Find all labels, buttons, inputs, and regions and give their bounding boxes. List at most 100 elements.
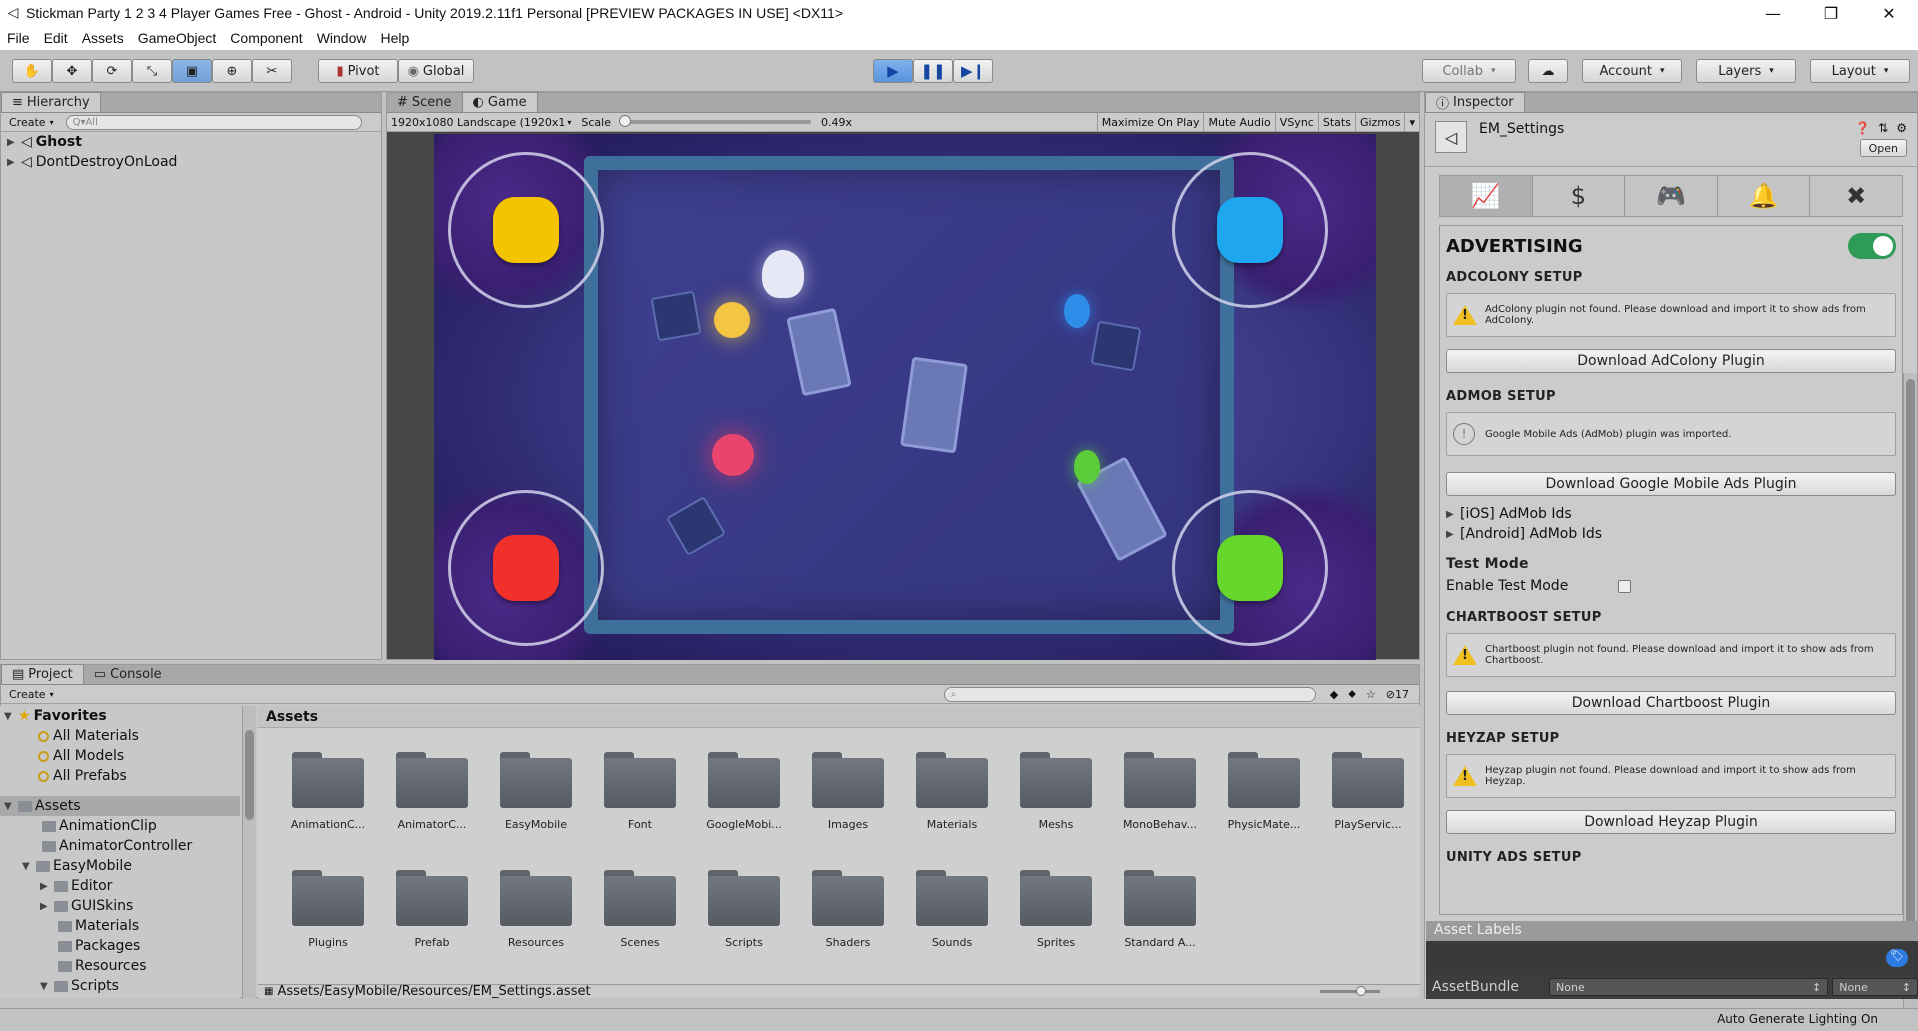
maximize-on-play-button[interactable]: Maximize On Play [1096,112,1204,132]
asset-folder[interactable]: Images [800,752,896,831]
asset-folder[interactable]: Shaders [800,870,896,949]
tree-folder[interactable]: Resources [0,956,240,976]
hierarchy-search-input[interactable]: Q▾All [65,114,362,130]
tab-scene[interactable]: # Scene [387,92,462,112]
filter-by-type-icon[interactable]: ◆ [1330,688,1338,701]
layout-dropdown[interactable]: Layout [1810,59,1910,83]
expand-arrow-icon[interactable]: ▼ [40,981,54,992]
menu-edit[interactable]: Edit [37,30,75,46]
icon-size-slider[interactable] [1320,986,1380,996]
mute-audio-button[interactable]: Mute Audio [1203,112,1274,132]
advertising-tab-chart-icon[interactable]: 📈 [1440,176,1533,216]
inspector-scrollbar[interactable] [1903,373,1917,1009]
tab-inspector[interactable]: ⓘ Inspector [1425,92,1525,112]
cloud-icon[interactable]: ☁ [1528,59,1568,83]
joystick-red[interactable] [448,490,604,646]
asset-folder[interactable]: Scenes [592,870,688,949]
minimize-icon[interactable]: — [1744,4,1802,23]
inspector-scrollbar-thumb[interactable] [1906,379,1915,979]
gear-icon[interactable]: ⚙ [1896,121,1907,135]
expand-arrow-icon[interactable]: ▶ [7,137,21,148]
download-admob-button[interactable]: Download Google Mobile Ads Plugin [1446,472,1896,496]
project-search-input[interactable]: ⌕ [943,686,1316,702]
pivot-button[interactable]: ▮ Pivot [318,59,398,83]
restore-icon[interactable]: ❐ [1802,4,1860,23]
favorite-star-icon[interactable]: ☆ [1366,688,1376,701]
expand-arrow-icon[interactable]: ▶ [40,901,54,912]
joystick-knob-red[interactable] [493,535,559,601]
tree-folder[interactable]: ▶ GUISkins [0,896,240,916]
asset-folder[interactable]: Prefab [384,870,480,949]
asset-labels-header[interactable]: Asset Labels [1426,921,1918,941]
tree-scrollbar-thumb[interactable] [245,730,254,820]
menu-file[interactable]: File [0,30,37,46]
expand-arrow-icon[interactable]: ▼ [22,861,36,872]
asset-folder[interactable]: MonoBehav... [1112,752,1208,831]
global-button[interactable]: ◉ Global [398,59,474,83]
in-app-purchase-tab-dollar-icon[interactable]: $ [1533,176,1626,216]
asset-folder[interactable]: Standard A... [1112,870,1208,949]
hierarchy-item-ghost[interactable]: ▶ ◁ Ghost [1,132,381,152]
asset-folder[interactable]: AnimationC... [280,752,376,831]
tab-game[interactable]: ◐ Game [461,92,538,112]
preset-icon[interactable]: ⇅ [1878,121,1888,135]
joystick-blue[interactable] [1172,152,1328,308]
menu-assets[interactable]: Assets [75,30,131,46]
tab-hierarchy[interactable]: ≡ Hierarchy [1,92,101,112]
asset-folder[interactable]: PlayServic... [1320,752,1416,831]
collab-dropdown[interactable]: Collab [1422,59,1516,83]
rect-tool-icon[interactable]: ▣ [172,59,212,83]
asset-folder[interactable]: Resources [488,870,584,949]
project-create-button[interactable]: Create [5,688,50,701]
joystick-knob-green[interactable] [1217,535,1283,601]
rotate-tool-icon[interactable]: ⟳ [92,59,132,83]
joystick-knob-yellow[interactable] [493,197,559,263]
tree-assets[interactable]: ▼ Assets [0,796,240,816]
chevron-down-icon[interactable]: ▾ [1404,112,1419,132]
transform-tool-icon[interactable]: ⊕ [212,59,252,83]
step-button[interactable]: ▶❙ [953,59,993,83]
menu-component[interactable]: Component [223,30,309,46]
scale-slider-thumb[interactable] [619,115,632,127]
asset-folder[interactable]: Scripts [696,870,792,949]
tree-scrollbar[interactable] [242,706,256,998]
menu-gameobject[interactable]: GameObject [131,30,224,46]
asset-folder[interactable]: AnimatorC... [384,752,480,831]
asset-folder[interactable]: PhysicMate... [1216,752,1312,831]
game-view[interactable] [434,134,1376,660]
asset-bundle-dropdown[interactable]: None ↕ [1549,978,1829,996]
tree-all-models[interactable]: All Models [0,746,240,766]
tree-folder[interactable]: AnimatorController [0,836,240,856]
asset-folder[interactable]: Plugins [280,870,376,949]
custom-tool-icon[interactable]: ✂ [252,59,292,83]
menu-help[interactable]: Help [373,30,416,46]
asset-bundle-variant-dropdown[interactable]: None ↕ [1832,978,1918,996]
scale-tool-icon[interactable]: ⤡ [132,59,172,83]
tree-all-materials[interactable]: All Materials [0,726,240,746]
scale-slider[interactable] [619,115,812,127]
game-services-tab-gamepad-icon[interactable]: 🎮 [1625,176,1718,216]
asset-folder[interactable]: Materials [904,752,1000,831]
vsync-button[interactable]: VSync [1274,112,1318,132]
menu-window[interactable]: Window [310,30,374,46]
joystick-knob-blue[interactable] [1217,197,1283,263]
android-admob-ids-foldout[interactable]: ▶ [Android] AdMob Ids [1446,526,1896,542]
tree-all-prefabs[interactable]: All Prefabs [0,766,240,786]
asset-folder[interactable]: Font [592,752,688,831]
expand-arrow-icon[interactable]: ▶ [40,881,54,892]
tree-favorites[interactable]: ▼ ★ Favorites [0,706,240,726]
tree-folder[interactable]: ▶ Editor [0,876,240,896]
advertising-toggle[interactable] [1848,233,1896,259]
account-dropdown[interactable]: Account [1582,59,1682,83]
joystick-yellow[interactable] [448,152,604,308]
expand-arrow-icon[interactable]: ▼ [4,801,18,812]
expand-arrow-icon[interactable]: ▼ [4,711,18,722]
close-icon[interactable]: ✕ [1860,4,1918,23]
utilities-tab-tools-icon[interactable]: ✖ [1810,176,1902,216]
help-icon[interactable]: ❓ [1855,121,1870,135]
asset-folder[interactable]: GoogleMobi... [696,752,792,831]
open-button[interactable]: Open [1859,139,1907,157]
asset-folder[interactable]: EasyMobile [488,752,584,831]
download-heyzap-button[interactable]: Download Heyzap Plugin [1446,810,1896,834]
move-tool-icon[interactable]: ✥ [52,59,92,83]
